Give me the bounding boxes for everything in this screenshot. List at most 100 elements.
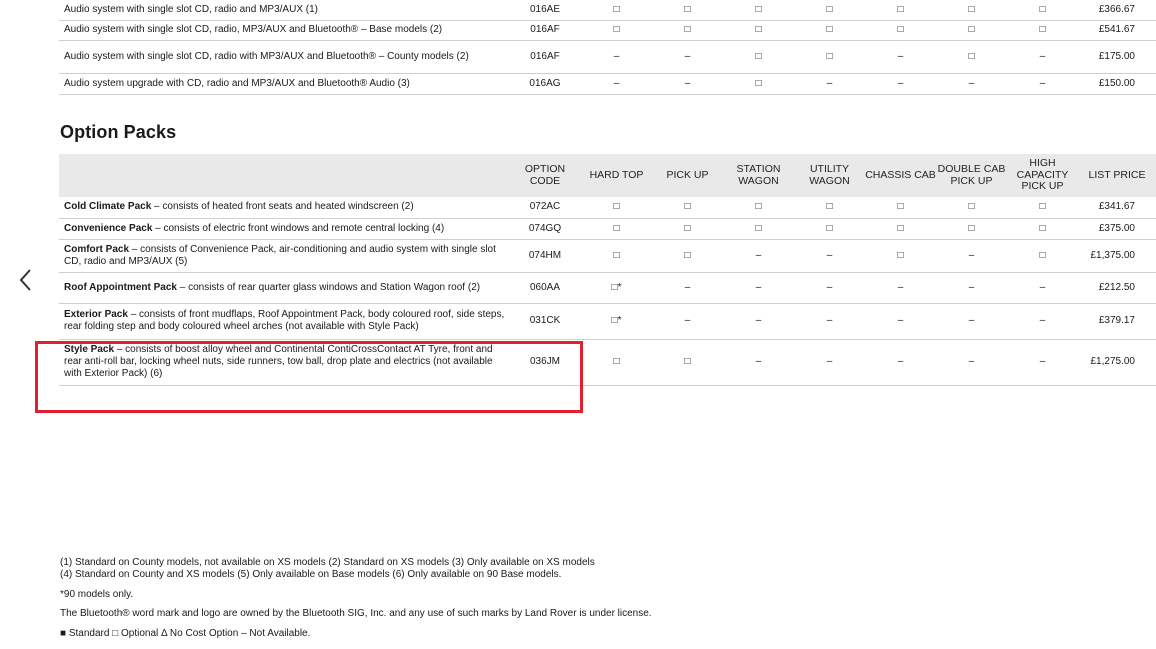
pack-name: Comfort Pack [64, 243, 130, 255]
availability-cell: – [613, 77, 620, 89]
availability-cell: □ [897, 3, 904, 15]
table-row: Audio system upgrade with CD, radio and … [59, 73, 1156, 94]
table-row: Exterior Pack – consists of front mudfla… [59, 303, 1156, 339]
availability-cell: □ [755, 201, 762, 213]
pack-name: Convenience Pack [64, 222, 153, 234]
header-blank [59, 154, 509, 197]
availability-cell: – [826, 77, 833, 89]
availability-cell: □ [897, 222, 904, 234]
pack-price: £379.17 [1098, 315, 1135, 326]
availability-cell: – [968, 249, 975, 261]
pack-description: Comfort Pack – consists of Convenience P… [59, 239, 509, 272]
row-price: £366.67 [1098, 3, 1135, 15]
availability-cell: □ [826, 24, 833, 35]
availability-cell: □ [684, 3, 691, 15]
availability-cell: – [1039, 315, 1046, 326]
row-code: 016AF [530, 24, 560, 35]
availability-cell: □ [755, 77, 762, 89]
availability-cell: □ [968, 222, 975, 234]
availability-cell: □ [613, 3, 620, 15]
pack-code: 060AA [529, 281, 561, 293]
availability-cell: □ [684, 249, 691, 261]
availability-cell: □ [684, 356, 691, 367]
availability-cell: – [968, 77, 975, 89]
row-price: £175.00 [1098, 50, 1135, 62]
availability-cell: □ [613, 24, 620, 35]
availability-cell: – [968, 281, 975, 293]
availability-cell: □ [613, 201, 620, 213]
pack-description: Exterior Pack – consists of front mudfla… [59, 303, 509, 339]
availability-cell: □ [1039, 201, 1046, 213]
availability-cell: – [1039, 281, 1046, 293]
chevron-left-icon[interactable] [15, 266, 37, 294]
availability-cell: – [684, 50, 691, 62]
availability-cell: – [826, 281, 833, 293]
header-option-code: OPTION CODE [524, 163, 566, 187]
pack-code: 031CK [529, 315, 561, 326]
table-row: Convenience Pack – consists of electric … [59, 218, 1156, 239]
availability-cell: – [826, 249, 833, 261]
header-pick-up: PICK UP [666, 168, 709, 181]
table-row: Comfort Pack – consists of Convenience P… [59, 239, 1156, 272]
pack-price: £375.00 [1098, 222, 1135, 234]
availability-cell: □ [826, 50, 833, 62]
availability-cell: □ [897, 24, 904, 35]
pack-price: £1,375.00 [1090, 249, 1136, 261]
legend: ■ Standard □ Optional Δ No Cost Option –… [60, 628, 311, 639]
availability-cell: – [755, 281, 762, 293]
pack-description: Roof Appointment Pack – consists of rear… [59, 272, 509, 303]
availability-cell: – [1039, 356, 1046, 367]
availability-cell: – [897, 315, 904, 326]
header-double-cab: DOUBLE CAB PICK UP [937, 163, 1006, 187]
availability-cell: □ [826, 201, 833, 213]
pack-details: – consists of rear quarter glass windows… [176, 281, 481, 293]
row-code: 016AG [529, 77, 561, 89]
table-header-row: OPTION CODE HARD TOP PICK UP STATION WAG… [59, 154, 1156, 197]
header-chassis-cab: CHASSIS CAB [865, 168, 936, 181]
availability-cell: – [684, 315, 691, 326]
style-pack-highlight-box [35, 341, 583, 413]
pack-name: Cold Climate Pack [64, 201, 152, 213]
availability-cell: – [897, 50, 904, 62]
availability-cell: – [1039, 77, 1046, 89]
pack-code: 072AC [529, 201, 561, 213]
availability-cell: – [755, 356, 762, 367]
availability-cell: □ [897, 201, 904, 213]
section-title: Option Packs [60, 122, 177, 142]
row-description: Audio system with single slot CD, radio … [64, 3, 318, 15]
pack-description: Convenience Pack – consists of electric … [59, 218, 509, 239]
availability-cell: □ [1039, 222, 1046, 234]
audio-options-table: Audio system with single slot CD, radio … [59, 0, 1156, 95]
availability-cell: □ [684, 222, 691, 234]
footnote-line-1: (1) Standard on County models, not avail… [60, 557, 595, 568]
availability-cell: □ [613, 222, 620, 234]
row-description: Audio system upgrade with CD, radio and … [64, 77, 410, 89]
availability-cell: – [1039, 50, 1046, 62]
availability-cell: – [897, 356, 904, 367]
availability-cell: – [684, 77, 691, 89]
pack-name: Exterior Pack [64, 309, 128, 320]
header-station-wagon: STATION WAGON [736, 163, 781, 187]
availability-cell: – [684, 281, 691, 293]
availability-cell: □ [1039, 3, 1046, 15]
availability-cell: □ [968, 201, 975, 213]
header-list-price: LIST PRICE [1088, 168, 1146, 181]
availability-cell: □ [684, 201, 691, 213]
pack-description: Cold Climate Pack – consists of heated f… [59, 197, 509, 218]
availability-cell: □ [968, 24, 975, 35]
pack-price: £1,275.00 [1090, 356, 1136, 367]
table-row: Cold Climate Pack – consists of heated f… [59, 197, 1156, 218]
pack-price: £341.67 [1098, 201, 1135, 213]
header-utility-wagon: UTILITY WAGON [809, 163, 850, 187]
availability-cell: □ [755, 50, 762, 62]
availability-cell: – [755, 315, 762, 326]
availability-cell: □* [611, 315, 622, 326]
pack-details: – consists of Convenience Pack, air-cond… [64, 243, 496, 267]
row-description: Audio system with single slot CD, radio … [64, 50, 469, 62]
footnote-line-3: *90 models only. [60, 589, 134, 600]
pack-name: Roof Appointment Pack [64, 281, 177, 293]
row-code: 016AF [530, 50, 560, 62]
table-row: Audio system with single slot CD, radio … [59, 0, 1156, 20]
availability-cell: □ [684, 24, 691, 35]
header-hard-top: HARD TOP [589, 168, 644, 181]
